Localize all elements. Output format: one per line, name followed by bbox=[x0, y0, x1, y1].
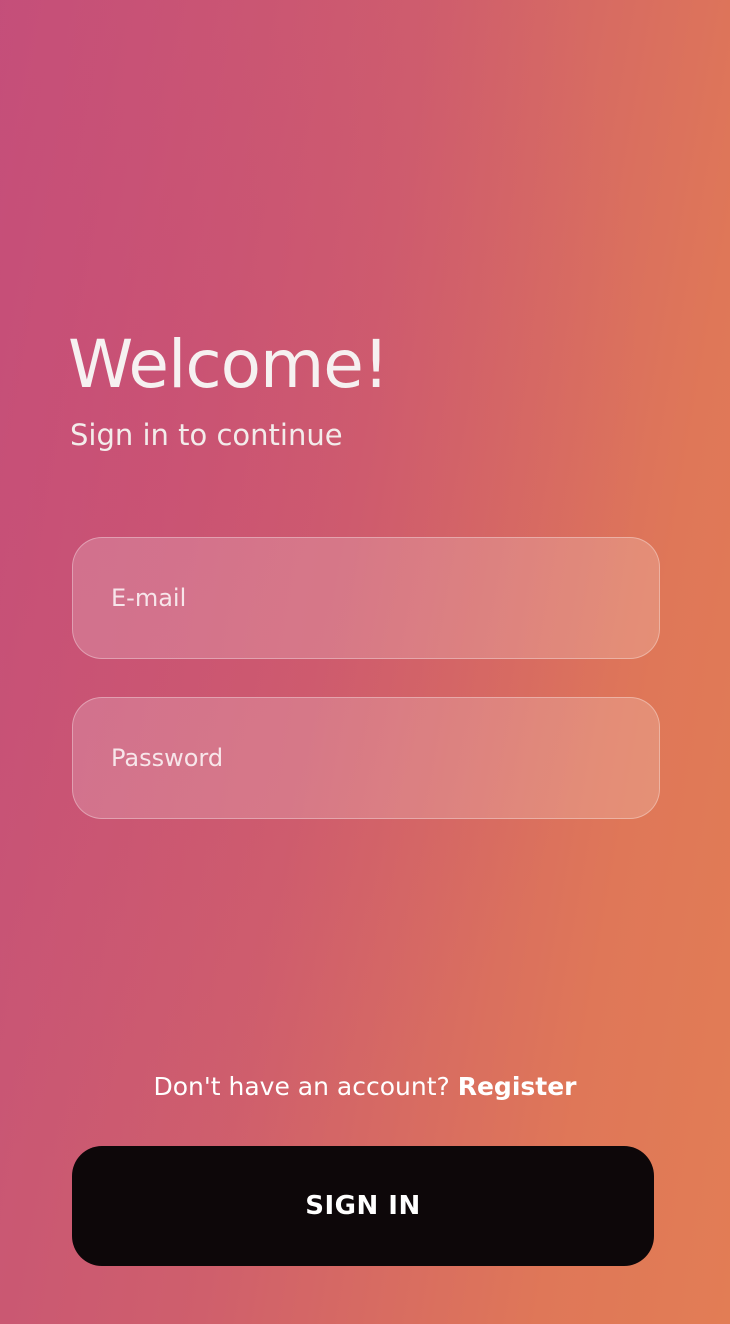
login-screen: Welcome! Sign in to continue Don't have … bbox=[0, 0, 730, 1324]
register-link[interactable]: Register bbox=[458, 1072, 577, 1101]
password-field-container bbox=[72, 697, 660, 819]
register-prompt-row: Don't have an account? Register bbox=[0, 1072, 730, 1101]
sign-in-button[interactable]: SIGN IN bbox=[72, 1146, 654, 1266]
register-prompt-text: Don't have an account? bbox=[153, 1072, 450, 1101]
email-field-container bbox=[72, 537, 660, 659]
page-subtitle: Sign in to continue bbox=[70, 418, 343, 452]
page-title: Welcome! bbox=[68, 326, 389, 403]
email-field[interactable] bbox=[73, 538, 659, 658]
password-field[interactable] bbox=[73, 698, 659, 818]
